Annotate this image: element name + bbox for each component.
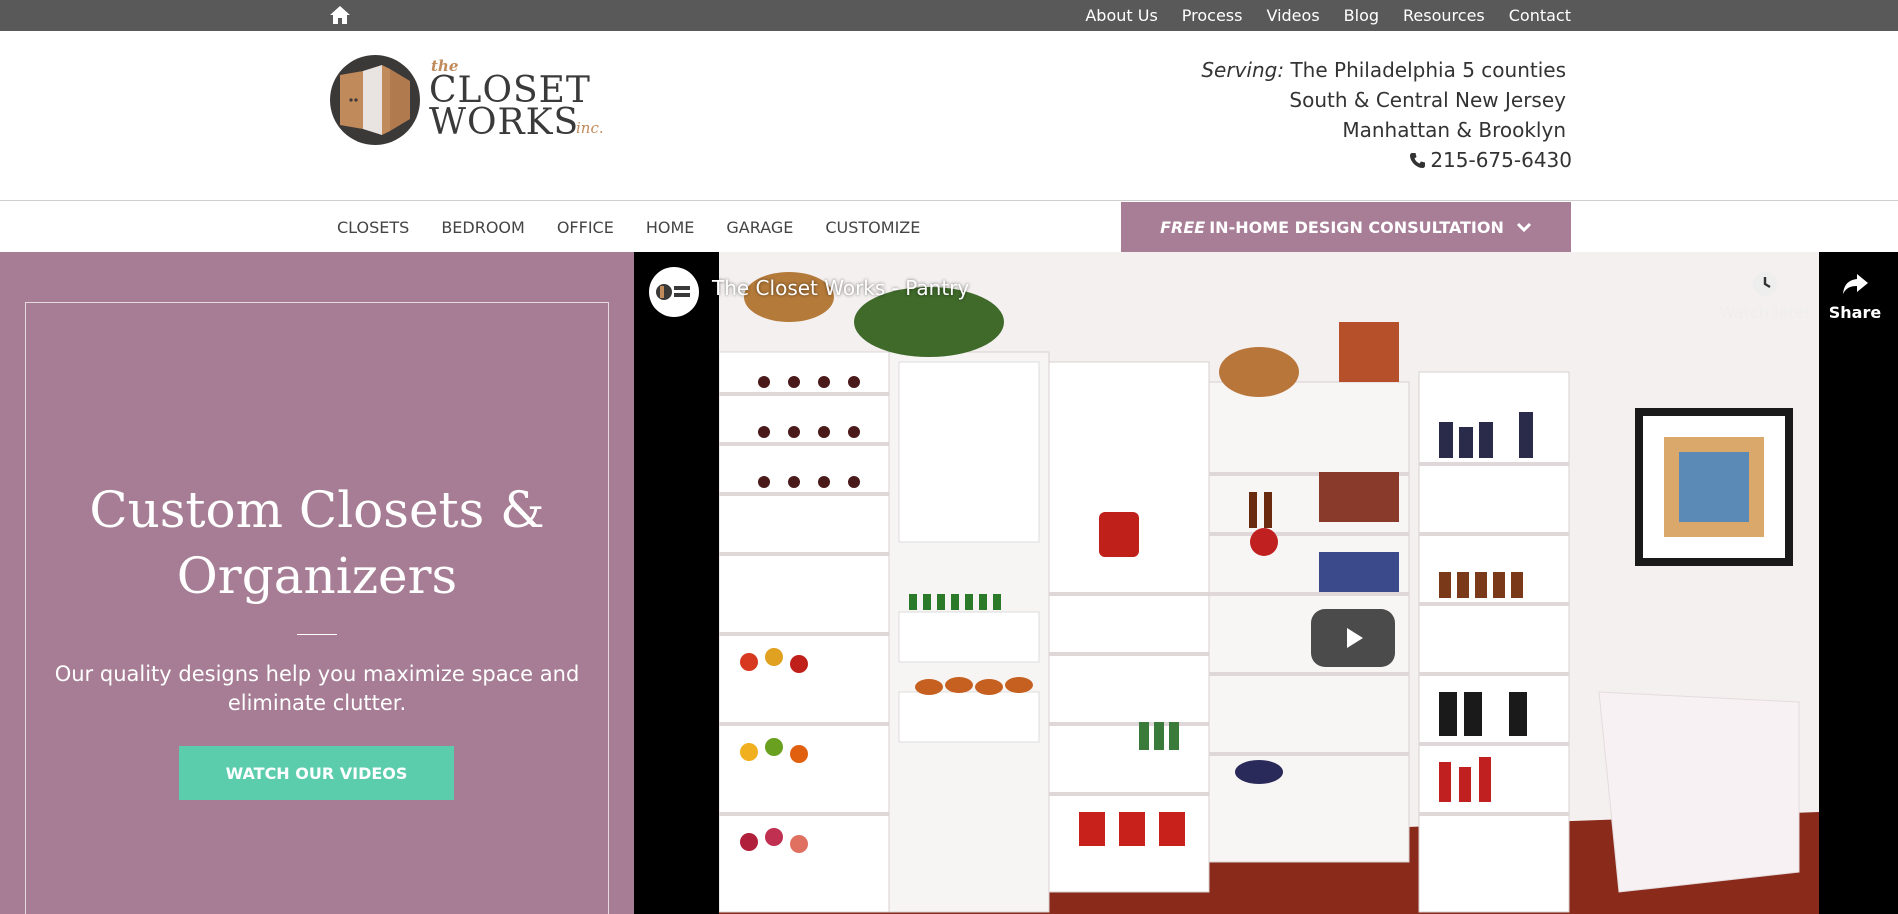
top-link-videos[interactable]: Videos bbox=[1266, 6, 1319, 25]
main-navigation: CLOSETS BEDROOM OFFICE HOME GARAGE CUSTO… bbox=[0, 202, 1898, 252]
phone-number[interactable]: 215-675-6430 bbox=[1430, 145, 1572, 175]
clock-icon bbox=[1750, 269, 1780, 299]
hero-subtitle-line-1: Our quality designs help you maximize sp… bbox=[54, 662, 580, 686]
serving-line-2: South & Central New Jersey bbox=[1289, 88, 1566, 112]
hero-panel: Custom Closets & Organizers Our quality … bbox=[0, 252, 634, 914]
nav-item-closets[interactable]: CLOSETS bbox=[337, 218, 409, 237]
share-arrow-icon bbox=[1840, 269, 1870, 299]
video-title[interactable]: The Closet Works - Pantry bbox=[712, 276, 969, 300]
share-label: Share bbox=[1828, 303, 1882, 322]
video-player[interactable]: The Closet Works - Pantry Watch later Sh… bbox=[634, 252, 1898, 914]
nav-item-garage[interactable]: GARAGE bbox=[726, 218, 793, 237]
top-utility-bar: About Us Process Videos Blog Resources C… bbox=[0, 0, 1898, 31]
home-icon[interactable] bbox=[329, 5, 351, 25]
serving-label: Serving: bbox=[1201, 58, 1285, 82]
play-button[interactable] bbox=[1311, 609, 1395, 667]
service-area-info: Serving: The Philadelphia 5 counties Sou… bbox=[1201, 55, 1572, 175]
channel-avatar[interactable] bbox=[649, 267, 699, 317]
hero-subtitle-line-2: eliminate clutter. bbox=[227, 691, 407, 715]
nav-item-bedroom[interactable]: BEDROOM bbox=[441, 218, 525, 237]
watch-later-label: Watch later bbox=[1719, 303, 1811, 322]
watch-videos-button[interactable]: WATCH OUR VIDEOS bbox=[179, 746, 454, 800]
top-link-about-us[interactable]: About Us bbox=[1085, 6, 1157, 25]
nav-item-customize[interactable]: CUSTOMIZE bbox=[825, 218, 920, 237]
phone-line[interactable]: 215-675-6430 bbox=[1201, 145, 1572, 175]
phone-icon bbox=[1409, 152, 1426, 169]
top-link-process[interactable]: Process bbox=[1182, 6, 1243, 25]
logo-works: WORKS bbox=[429, 102, 580, 143]
top-link-contact[interactable]: Contact bbox=[1509, 6, 1571, 25]
chevron-down-icon bbox=[1516, 221, 1532, 233]
hero-title-line-1: Custom Closets & bbox=[89, 481, 545, 539]
serving-line-1: Serving: The Philadelphia 5 counties bbox=[1201, 55, 1566, 85]
hero-subtitle: Our quality designs help you maximize sp… bbox=[40, 660, 594, 718]
hero-title: Custom Closets & Organizers bbox=[0, 477, 634, 609]
serving-region-1: The Philadelphia 5 counties bbox=[1290, 58, 1566, 82]
site-logo[interactable]: the CLOSET WORKS inc. bbox=[330, 55, 610, 149]
watch-later-button[interactable]: Watch later bbox=[1715, 269, 1815, 322]
top-link-resources[interactable]: Resources bbox=[1403, 6, 1485, 25]
play-icon bbox=[1347, 628, 1363, 648]
logo-emblem-icon bbox=[330, 55, 420, 145]
nav-items: CLOSETS BEDROOM OFFICE HOME GARAGE CUSTO… bbox=[337, 202, 952, 252]
consult-free-label: FREE bbox=[1160, 217, 1206, 237]
free-consultation-button[interactable]: FREE IN-HOME DESIGN CONSULTATION bbox=[1121, 202, 1571, 252]
share-button[interactable]: Share bbox=[1820, 269, 1890, 322]
nav-item-home[interactable]: HOME bbox=[646, 218, 695, 237]
consult-label: IN-HOME DESIGN CONSULTATION bbox=[1209, 217, 1504, 237]
top-links: About Us Process Videos Blog Resources C… bbox=[1061, 0, 1571, 31]
hero-title-line-2: Organizers bbox=[176, 547, 458, 605]
serving-line-3: Manhattan & Brooklyn bbox=[1342, 118, 1566, 142]
top-link-blog[interactable]: Blog bbox=[1344, 6, 1379, 25]
nav-item-office[interactable]: OFFICE bbox=[557, 218, 614, 237]
logo-inc: inc. bbox=[576, 119, 604, 137]
site-header: the CLOSET WORKS inc. Serving: The Phila… bbox=[0, 31, 1898, 201]
video-thumbnail bbox=[719, 252, 1819, 914]
hero-divider bbox=[297, 634, 337, 635]
